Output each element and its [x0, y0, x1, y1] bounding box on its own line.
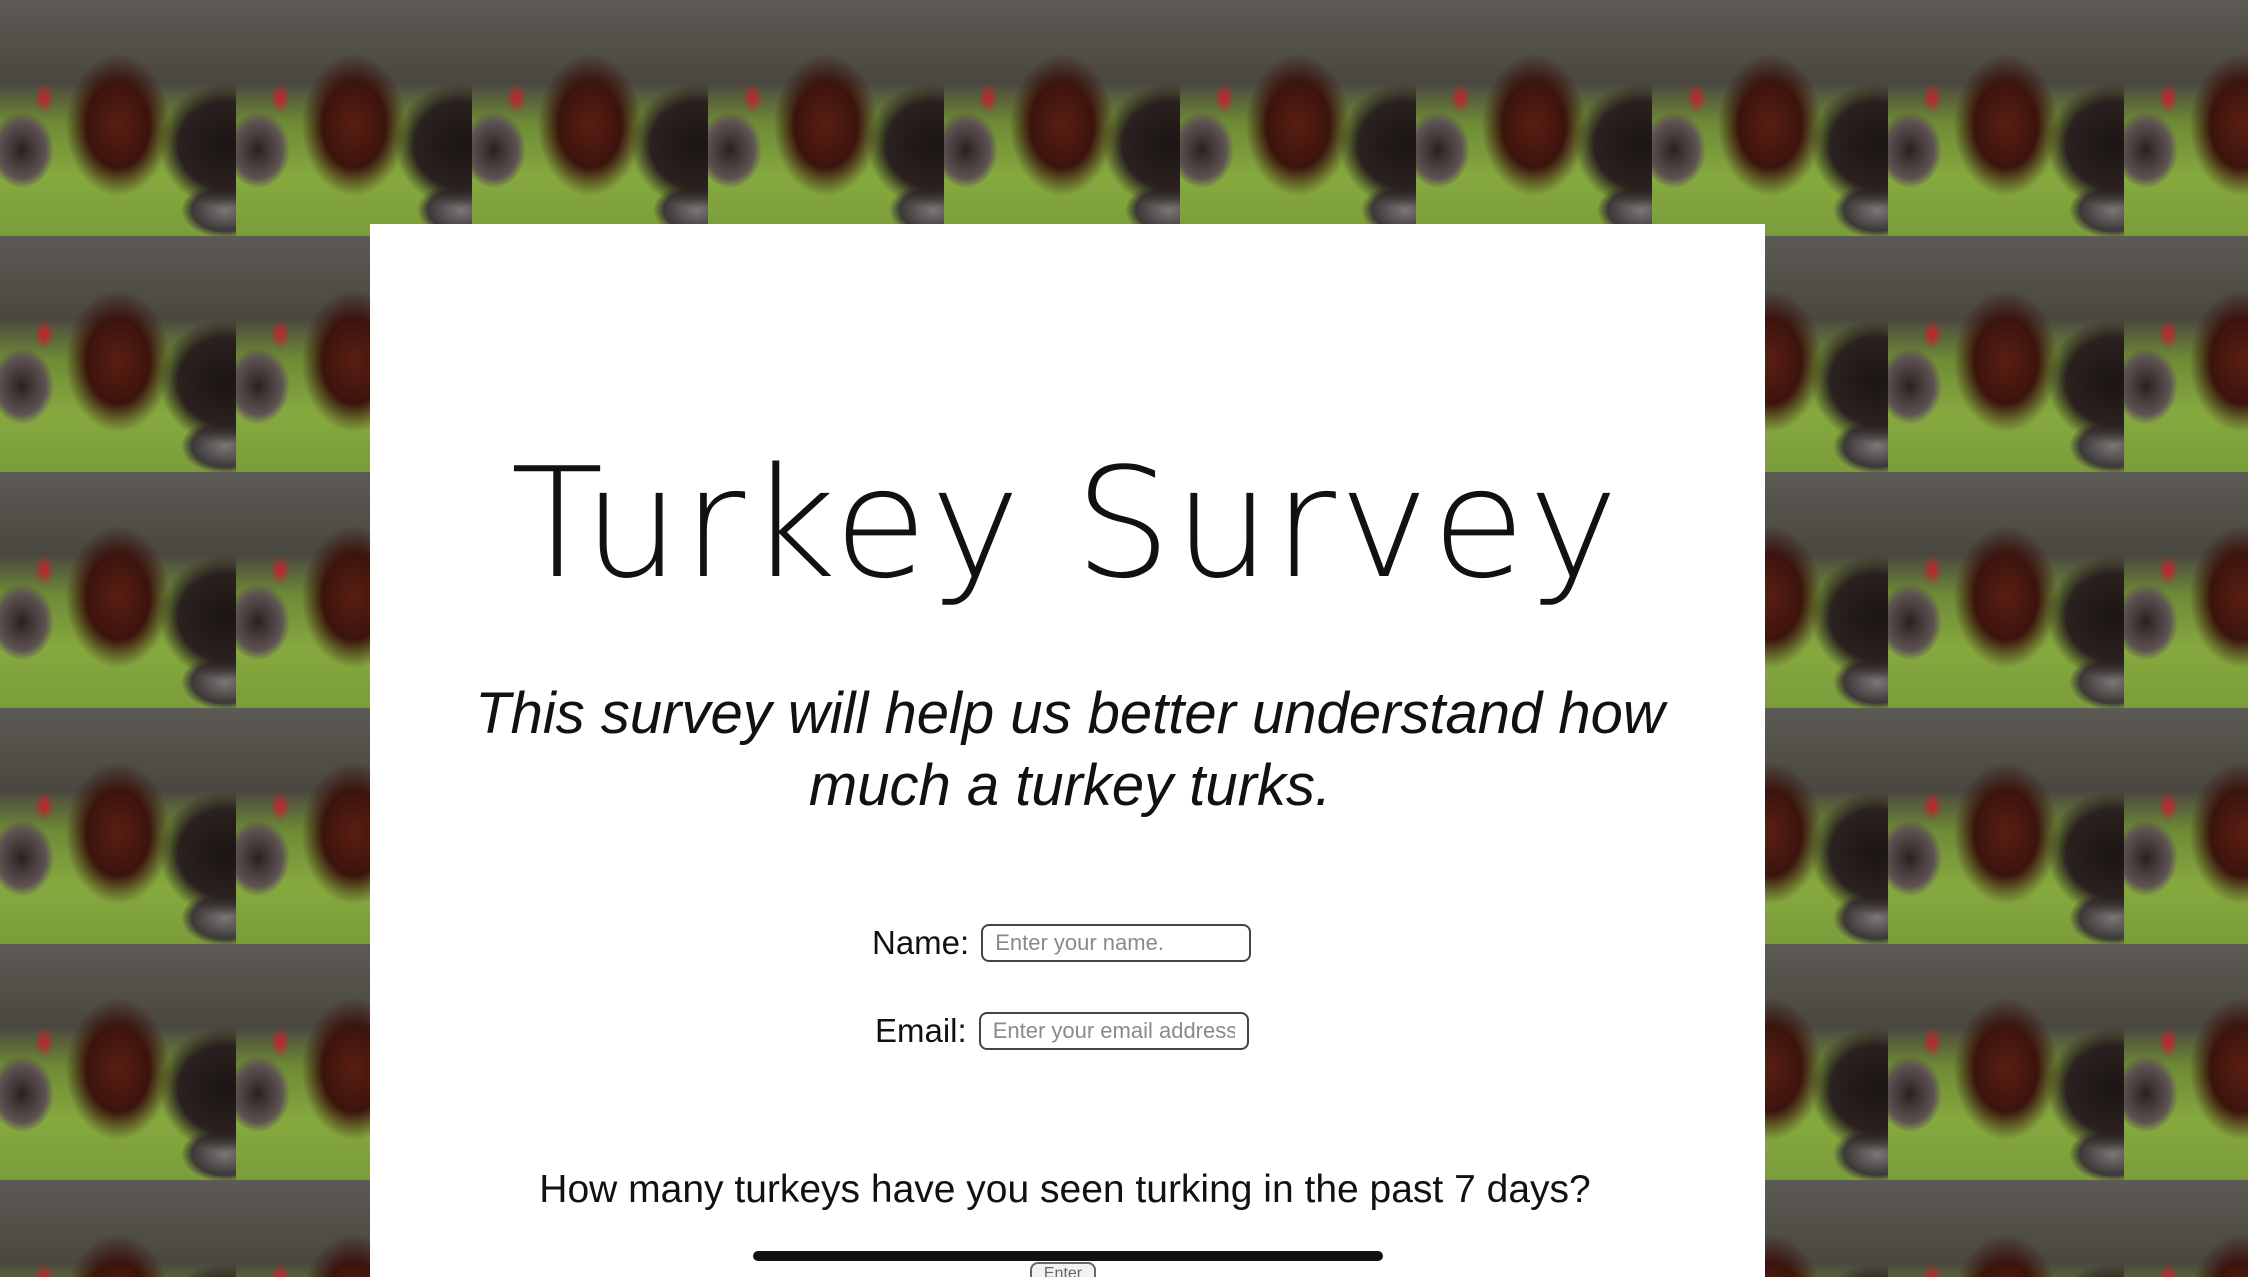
- turkey-count-question: How many turkeys have you seen turking i…: [539, 1168, 1591, 1211]
- page-title: Turkey Survey: [510, 435, 1622, 612]
- name-label: Name:: [872, 924, 970, 961]
- email-field-row: Email:: [875, 1012, 1249, 1050]
- name-field-row: Name:: [872, 924, 1252, 962]
- survey-description: This survey will help us better understa…: [475, 681, 1665, 818]
- email-input[interactable]: [978, 1012, 1249, 1050]
- email-label: Email:: [875, 1012, 967, 1049]
- name-input[interactable]: [981, 924, 1252, 962]
- turkey-count-slider[interactable]: [753, 1251, 1383, 1261]
- submit-button[interactable]: Enter: [1030, 1262, 1096, 1277]
